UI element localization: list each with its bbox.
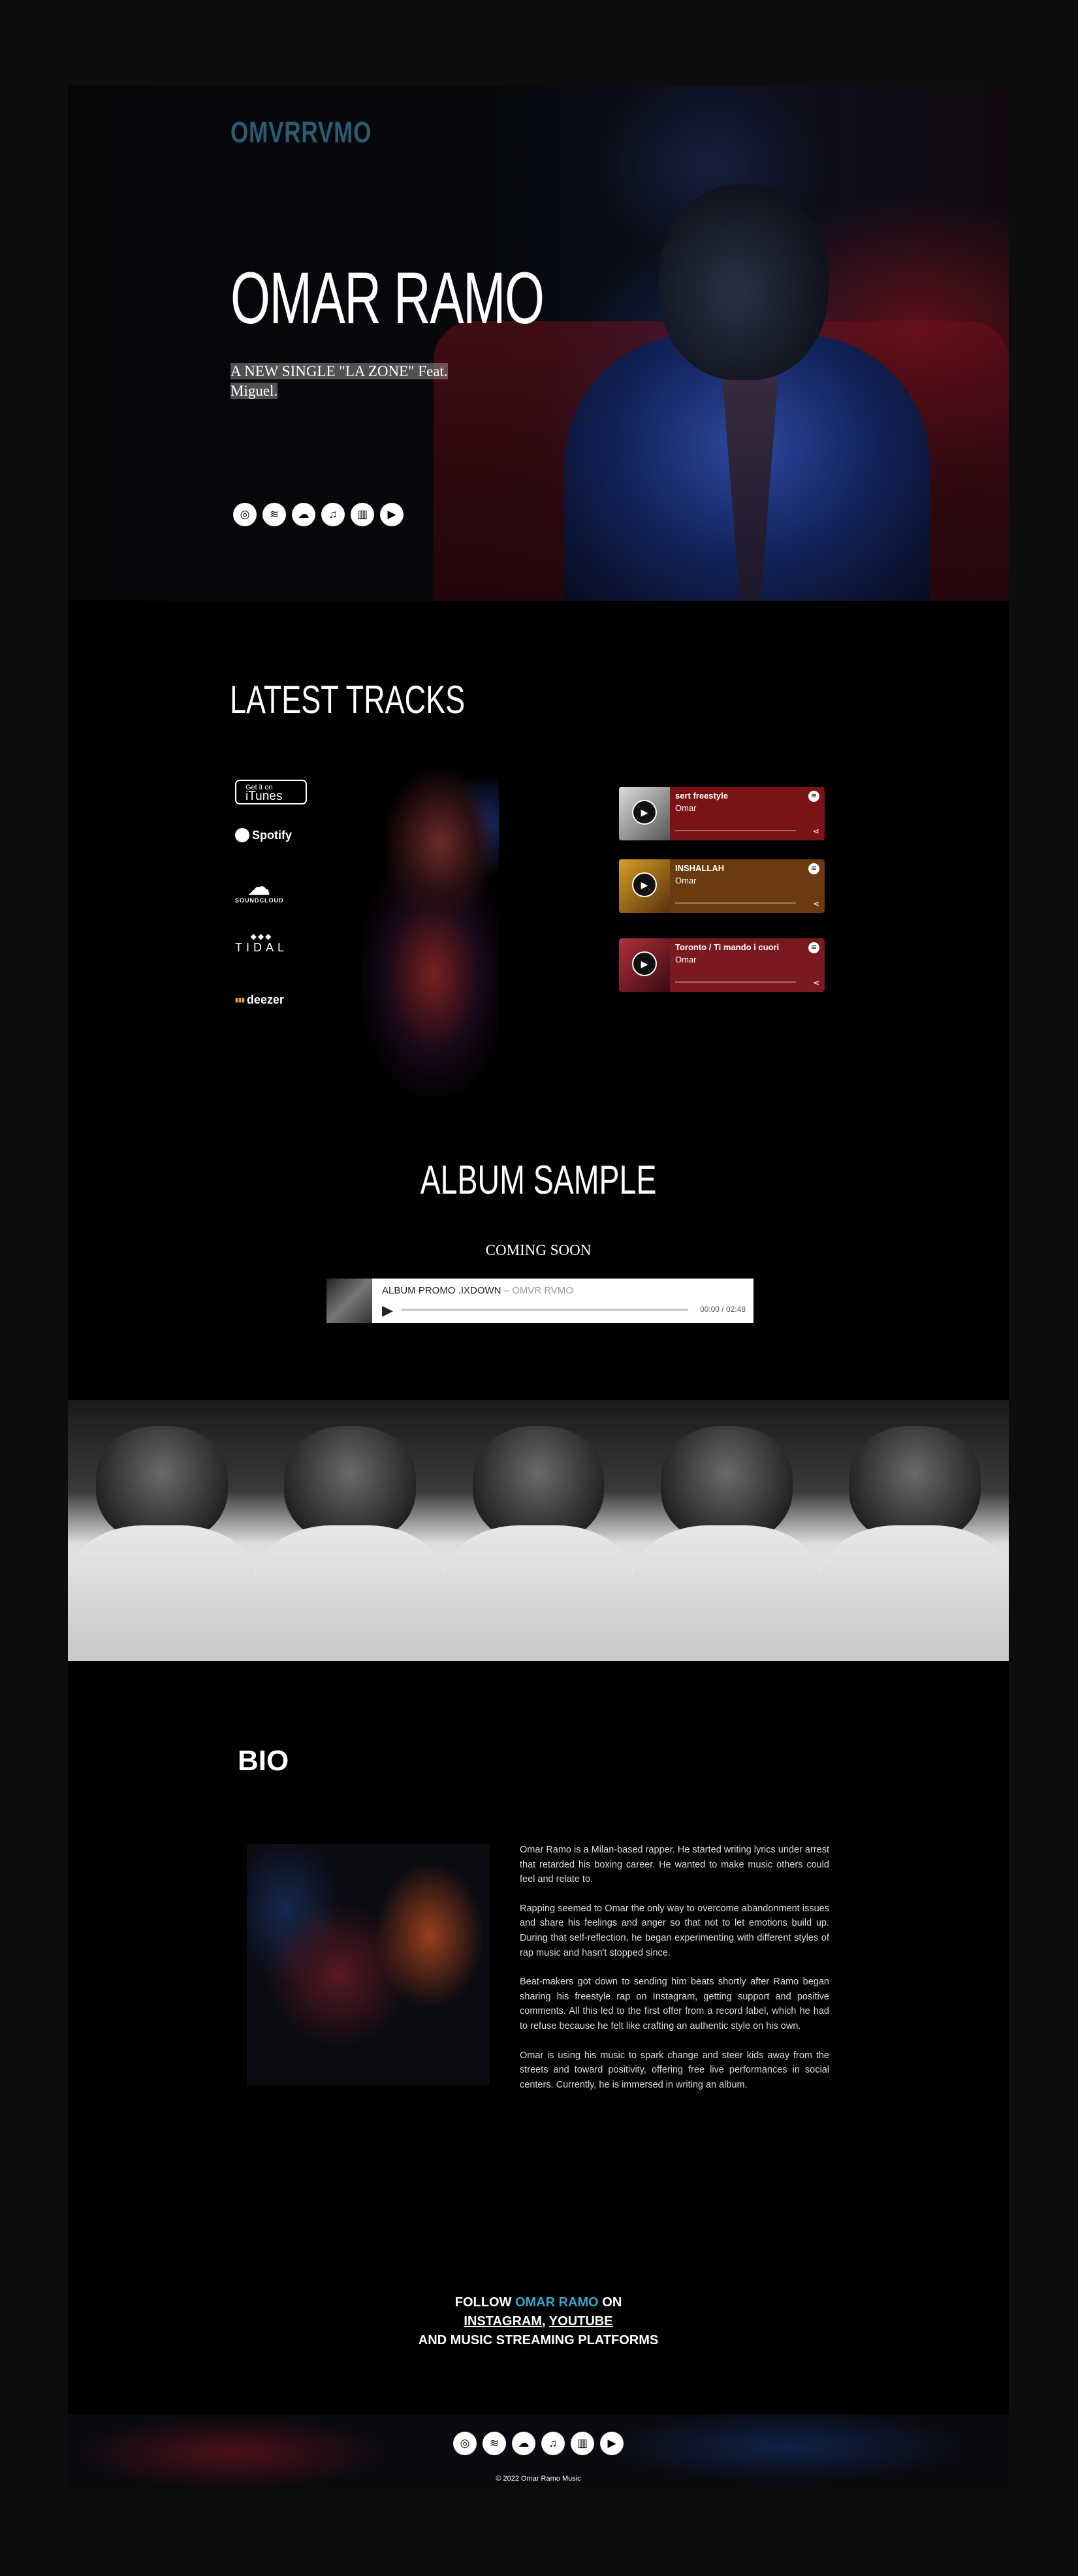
track-title[interactable]: sert freestyle bbox=[675, 791, 819, 801]
collage-photo bbox=[444, 1400, 633, 1661]
track-progress[interactable] bbox=[675, 981, 796, 983]
collage-photo bbox=[68, 1400, 257, 1661]
instagram-icon[interactable]: ◎ bbox=[233, 503, 257, 526]
spotify-icon[interactable]: ≋ bbox=[808, 791, 819, 802]
track-artwork: ▶ bbox=[619, 787, 670, 840]
album-sample-title: ALBUM SAMPLE bbox=[420, 1158, 657, 1203]
collage-photo bbox=[632, 1400, 821, 1661]
album-audio-player: ALBUM PROMO .IXDOWN – OMVR RVMO ▶ 00:00 … bbox=[326, 1279, 753, 1323]
coming-soon-label: COMING SOON bbox=[485, 1242, 592, 1258]
instagram-link[interactable]: INSTAGRAM bbox=[464, 2314, 542, 2329]
play-icon[interactable]: ▶ bbox=[382, 1302, 393, 1319]
hero-artist-photo bbox=[564, 165, 930, 601]
spotify-link[interactable]: Spotify bbox=[235, 828, 292, 842]
youtube-icon[interactable]: ▶ bbox=[380, 503, 404, 526]
deezer-icon[interactable]: ▥ bbox=[351, 503, 374, 526]
track-progress[interactable] bbox=[675, 902, 796, 904]
apple-music-icon[interactable]: ♫ bbox=[541, 2432, 565, 2455]
bio-paragraph: Beat-makers got down to sending him beat… bbox=[520, 1977, 829, 2031]
instagram-icon[interactable]: ◎ bbox=[453, 2432, 477, 2455]
deezer-label: deezer bbox=[246, 993, 284, 1006]
spotify-label: Spotify bbox=[252, 828, 292, 842]
soundcloud-logo-icon: ☁ bbox=[247, 875, 271, 900]
youtube-link[interactable]: YOUTUBE bbox=[549, 2314, 613, 2329]
tidal-label: TIDAL bbox=[235, 941, 289, 954]
bio-text: Omar Ramo is a Milan-based rapper. He st… bbox=[520, 1843, 829, 2107]
play-button[interactable]: ▶ bbox=[632, 872, 657, 897]
tidal-logo-icon: ◆◆◆ bbox=[250, 932, 273, 941]
footer-social-icons: ◎ ≋ ☁ ♫ ▥ ▶ bbox=[453, 2432, 624, 2455]
deezer-logo-icon: ▮▮▮ bbox=[235, 996, 245, 1003]
deezer-link[interactable]: ▮▮▮ deezer bbox=[235, 993, 284, 1007]
follow-comma: , bbox=[542, 2314, 549, 2329]
bio-photo bbox=[247, 1844, 490, 2086]
play-button[interactable]: ▶ bbox=[632, 951, 657, 976]
track-artist[interactable]: Omar bbox=[675, 876, 819, 885]
collage-photo bbox=[256, 1400, 445, 1661]
spotify-logo-icon bbox=[235, 828, 249, 842]
hero-title: OMAR RAMO bbox=[230, 257, 545, 339]
latest-tracks-title: LATEST TRACKS bbox=[230, 678, 466, 722]
page: OMVRRVMO OMAR RAMO A NEW SINGLE "LA ZONE… bbox=[68, 86, 1009, 2490]
album-track-title: ALBUM PROMO .IXDOWN bbox=[382, 1285, 501, 1296]
album-track-artist: OMVR RVMO bbox=[512, 1285, 574, 1296]
bio-paragraph: Rapping seemed to Omar the only way to o… bbox=[520, 1903, 829, 1958]
soundcloud-icon[interactable]: ☁ bbox=[292, 503, 315, 526]
hero-subtitle-text: A NEW SINGLE "LA ZONE" Feat. Miguel. bbox=[230, 363, 448, 399]
share-icon[interactable]: ⋖ bbox=[813, 899, 819, 908]
follow-suffix: ON bbox=[598, 2295, 622, 2310]
track-artist[interactable]: Omar bbox=[675, 803, 819, 813]
track-title[interactable]: Toronto / Ti mando i cuori bbox=[675, 942, 819, 952]
collage-photo bbox=[820, 1400, 1009, 1661]
album-cover bbox=[326, 1279, 372, 1323]
track-progress[interactable] bbox=[675, 830, 796, 831]
soundcloud-label: SOUNDCLOUD bbox=[235, 897, 284, 904]
tidal-link[interactable]: ◆◆◆ TIDAL bbox=[235, 932, 288, 955]
follow-section: FOLLOW OMAR RAMO ON INSTAGRAM, YOUTUBE A… bbox=[68, 2293, 1009, 2350]
spotify-icon[interactable]: ≋ bbox=[262, 503, 286, 526]
deezer-icon[interactable]: ▥ bbox=[571, 2432, 594, 2455]
track-player: ▶ Toronto / Ti mando i cuori Omar ≋ ⋖ bbox=[619, 938, 825, 992]
follow-line-platforms: AND MUSIC STREAMING PLATFORMS bbox=[418, 2333, 659, 2347]
apple-music-icon[interactable]: ♫ bbox=[321, 503, 345, 526]
share-icon[interactable]: ⋖ bbox=[813, 827, 819, 836]
hero-subtitle: A NEW SINGLE "LA ZONE" Feat. Miguel. bbox=[230, 362, 459, 401]
copyright: © 2022 Omar Ramo Music bbox=[496, 2475, 581, 2483]
soundcloud-link[interactable]: ☁ SOUNDCLOUD bbox=[235, 875, 284, 904]
bio-paragraph: Omar Ramo is a Milan-based rapper. He st… bbox=[520, 1845, 829, 1885]
soundcloud-icon[interactable]: ☁ bbox=[512, 2432, 535, 2455]
bio-title: BIO bbox=[238, 1745, 289, 1777]
bio-paragraph: Omar is using his music to spark change … bbox=[520, 2050, 829, 2090]
site-logo[interactable]: OMVRRVMO bbox=[230, 116, 372, 150]
follow-artist-name: OMAR RAMO bbox=[515, 2295, 599, 2310]
spotify-icon[interactable]: ≋ bbox=[808, 942, 819, 953]
follow-prefix: FOLLOW bbox=[454, 2295, 515, 2310]
hero-social-icons: ◎ ≋ ☁ ♫ ▥ ▶ bbox=[233, 503, 404, 526]
track-artwork: ▶ bbox=[619, 859, 670, 913]
album-track-info: ALBUM PROMO .IXDOWN – OMVR RVMO bbox=[382, 1285, 574, 1296]
share-icon[interactable]: ⋖ bbox=[813, 978, 819, 987]
itunes-link[interactable]: Get it on iTunes bbox=[235, 780, 307, 804]
track-title[interactable]: INSHALLAH bbox=[675, 863, 819, 873]
track-player: ▶ INSHALLAH Omar ≋ ⋖ bbox=[619, 859, 825, 913]
footer: ◎ ≋ ☁ ♫ ▥ ▶ © 2022 Omar Ramo Music bbox=[68, 2414, 1009, 2490]
audio-waveform[interactable] bbox=[402, 1309, 688, 1311]
tracks-artist-photo bbox=[362, 759, 499, 1098]
itunes-label: iTunes bbox=[246, 789, 283, 803]
spotify-icon[interactable]: ≋ bbox=[808, 863, 819, 874]
track-artwork: ▶ bbox=[619, 938, 670, 992]
track-player: ▶ sert freestyle Omar ≋ ⋖ bbox=[619, 787, 825, 840]
photo-collage bbox=[68, 1400, 1009, 1661]
play-button[interactable]: ▶ bbox=[632, 800, 657, 825]
audio-time: 00:00 / 02:48 bbox=[699, 1305, 746, 1314]
spotify-icon[interactable]: ≋ bbox=[483, 2432, 506, 2455]
track-artist[interactable]: Omar bbox=[675, 955, 819, 964]
hero-section: OMVRRVMO OMAR RAMO A NEW SINGLE "LA ZONE… bbox=[68, 86, 1009, 601]
youtube-icon[interactable]: ▶ bbox=[600, 2432, 624, 2455]
